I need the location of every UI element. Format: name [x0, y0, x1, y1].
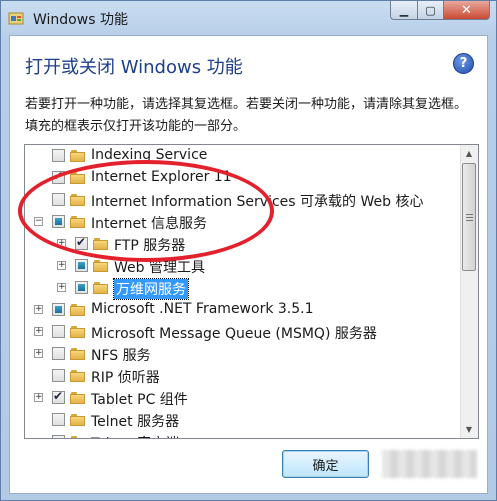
folder-icon	[70, 194, 86, 206]
expand-icon[interactable]: +	[34, 305, 43, 314]
feature-checkbox[interactable]	[52, 325, 65, 338]
dialog-content: 打开或关闭 Windows 功能 ? 若要打开一种功能，请选择其复选框。若要关闭…	[9, 35, 488, 494]
folder-icon	[70, 172, 86, 184]
feature-checkbox[interactable]	[75, 281, 88, 294]
feature-checkbox[interactable]	[52, 169, 65, 184]
feature-checkbox[interactable]	[52, 215, 65, 228]
scrollbar-thumb[interactable]	[462, 163, 476, 271]
collapse-icon[interactable]: −	[34, 217, 43, 226]
expand-icon[interactable]: +	[57, 283, 66, 292]
feature-checkbox[interactable]	[52, 347, 65, 360]
features-tree[interactable]: Indexing Service Internet Explorer 11 Inte…	[24, 144, 479, 439]
feature-checkbox[interactable]	[52, 303, 65, 316]
expand-icon[interactable]: +	[34, 349, 43, 358]
minimize-button[interactable]: ▁	[390, 1, 417, 20]
feature-label: Telnet 服务器	[91, 414, 180, 430]
feature-label: Web 管理工具	[114, 260, 205, 276]
feature-checkbox[interactable]	[52, 389, 65, 404]
feature-label: Internet 信息服务	[91, 216, 208, 232]
feature-row[interactable]: + 万维网服务	[25, 277, 460, 300]
feature-checkbox[interactable]	[52, 413, 65, 426]
windows-features-icon	[8, 12, 24, 25]
help-icon[interactable]: ?	[453, 53, 474, 74]
close-button[interactable]: ✕	[444, 1, 490, 20]
description-text: 若要打开一种功能，请选择其复选框。若要关闭一种功能，请清除其复选框。填充的框表示…	[25, 97, 468, 134]
folder-icon	[93, 260, 109, 272]
feature-checkbox[interactable]	[75, 259, 88, 272]
feature-row[interactable]: Internet Information Services 可承载的 Web 核…	[25, 189, 460, 211]
feature-label: Telnet 客户端	[91, 433, 179, 438]
ok-button[interactable]: 确定	[282, 450, 369, 478]
folder-icon	[70, 348, 86, 360]
feature-checkbox[interactable]	[75, 235, 88, 250]
feature-row[interactable]: − Internet 信息服务	[25, 211, 460, 233]
folder-icon	[70, 392, 86, 404]
folder-icon	[70, 216, 86, 228]
feature-label: Internet Explorer 11	[91, 169, 232, 185]
feature-row[interactable]: + Microsoft Message Queue (MSMQ) 服务器	[25, 321, 460, 343]
feature-label: 万维网服务	[113, 278, 189, 300]
folder-icon	[93, 238, 109, 250]
caption-buttons: ▁ ▢ ✕	[390, 1, 490, 20]
folder-icon	[70, 370, 86, 382]
feature-label: NFS 服务	[91, 348, 151, 364]
feature-row[interactable]: Telnet 客户端	[25, 431, 460, 438]
vertical-scrollbar[interactable]: ▲ ▼	[460, 145, 478, 438]
feature-label: RIP 侦听器	[91, 370, 160, 386]
maximize-button[interactable]: ▢	[417, 1, 444, 20]
feature-checkbox[interactable]	[52, 193, 65, 206]
page-title: 打开或关闭 Windows 功能	[25, 57, 243, 78]
feature-label: FTP 服务器	[114, 238, 186, 254]
feature-row[interactable]: Indexing Service	[25, 145, 460, 167]
feature-row[interactable]: + Microsoft .NET Framework 3.5.1	[25, 299, 460, 321]
expand-icon[interactable]: +	[34, 327, 43, 336]
feature-row[interactable]: RIP 侦听器	[25, 365, 460, 387]
folder-icon	[70, 414, 86, 426]
expand-icon[interactable]: +	[57, 261, 66, 270]
blurred-region	[382, 450, 477, 478]
feature-label: Tablet PC 组件	[91, 392, 188, 408]
feature-label: Internet Information Services 可承载的 Web 核…	[91, 194, 424, 210]
windows-features-dialog: Windows 功能 ▁ ▢ ✕ 打开或关闭 Windows 功能 ? 若要打开…	[0, 0, 497, 501]
feature-checkbox[interactable]	[52, 435, 65, 438]
feature-checkbox[interactable]	[52, 369, 65, 382]
feature-row[interactable]: + NFS 服务	[25, 343, 460, 365]
feature-row[interactable]: + Tablet PC 组件	[25, 387, 460, 409]
folder-icon	[70, 436, 86, 438]
expand-icon[interactable]: +	[34, 393, 43, 402]
scroll-down-icon[interactable]: ▼	[461, 421, 477, 438]
expand-icon[interactable]: +	[57, 239, 66, 248]
window-title: Windows 功能	[33, 12, 128, 28]
folder-icon	[70, 326, 86, 338]
scroll-up-icon[interactable]: ▲	[461, 145, 477, 162]
folder-icon	[70, 150, 86, 162]
feature-row[interactable]: Telnet 服务器	[25, 409, 460, 431]
feature-label: Indexing Service	[91, 147, 208, 163]
feature-label: Microsoft Message Queue (MSMQ) 服务器	[91, 326, 377, 342]
folder-icon	[93, 282, 109, 294]
feature-label: Microsoft .NET Framework 3.5.1	[91, 301, 314, 317]
feature-row[interactable]: + Web 管理工具	[25, 255, 460, 277]
folder-icon	[70, 304, 86, 316]
feature-row[interactable]: Internet Explorer 11	[25, 167, 460, 189]
feature-checkbox[interactable]	[52, 149, 65, 162]
title-bar[interactable]: Windows 功能 ▁ ▢ ✕	[1, 1, 496, 35]
feature-row[interactable]: + FTP 服务器	[25, 233, 460, 255]
